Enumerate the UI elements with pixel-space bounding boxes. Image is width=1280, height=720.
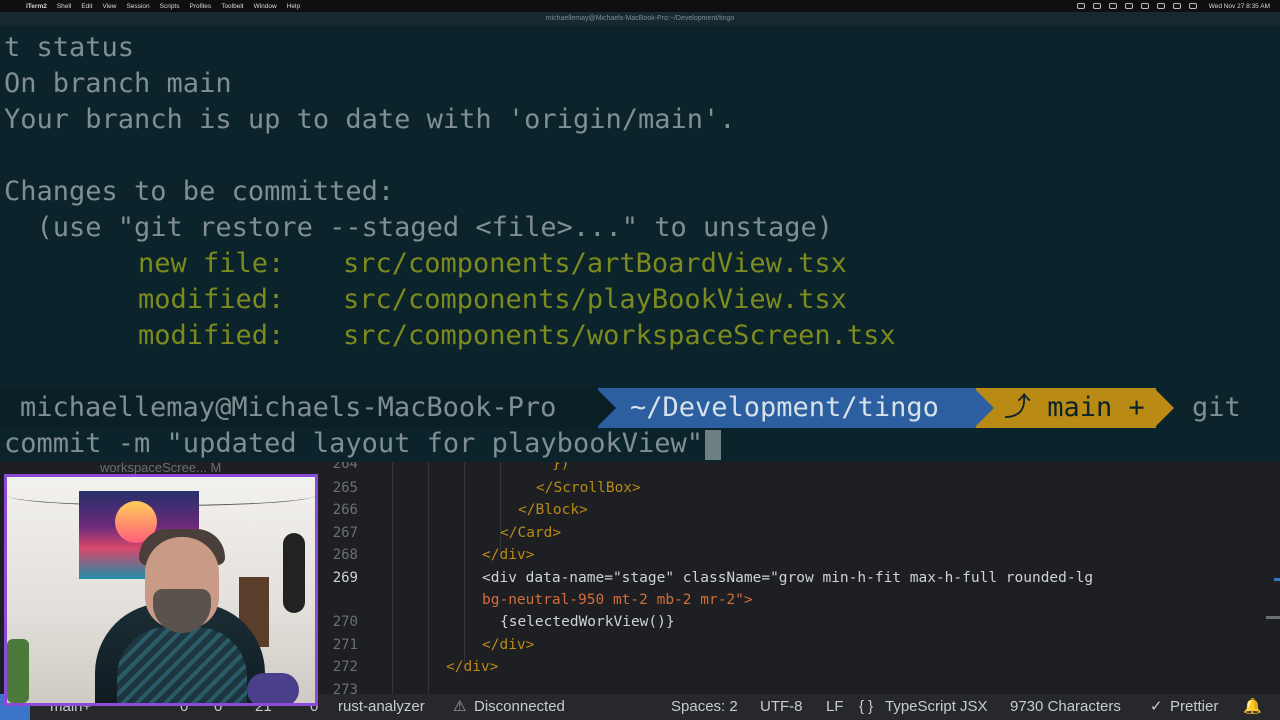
code-line-active: <div data-name="stage" className="grow m… [482, 570, 1094, 586]
menu-toolbelt[interactable]: Toolbelt [221, 3, 243, 10]
indentation[interactable]: Spaces: 2 [671, 694, 738, 720]
menu-view[interactable]: View [103, 3, 117, 10]
line-number: 264 [332, 462, 358, 472]
code-line: {selectedWorkView()} [500, 614, 675, 630]
menu-shell[interactable]: Shell [57, 3, 71, 10]
webcam-overlay [4, 474, 318, 706]
command-text: commit -m "updated layout for playbookVi… [4, 428, 703, 459]
menu-scripts[interactable]: Scripts [160, 3, 180, 10]
display-icon[interactable] [1076, 3, 1085, 9]
change-status: modified: [138, 320, 285, 351]
prompt-separator [596, 388, 616, 428]
terminal[interactable]: t status On branch main Your branch is u… [0, 26, 1280, 462]
code-line: }) [552, 462, 570, 472]
search-icon[interactable] [1172, 3, 1181, 9]
encoding[interactable]: UTF-8 [760, 694, 803, 720]
sock-puppet [247, 673, 299, 703]
prettier-status[interactable]: Prettier [1170, 694, 1218, 720]
line-number: 271 [332, 637, 358, 653]
change-path: src/components/workspaceScreen.tsx [343, 320, 896, 351]
menu-session[interactable]: Session [127, 3, 150, 10]
change-status: new file: [138, 248, 285, 279]
bell-icon[interactable]: 🔔 [1243, 694, 1262, 720]
line-number-active: 269 [332, 570, 358, 586]
scrollbar-marker[interactable] [1266, 616, 1280, 619]
code-line: </div> [482, 547, 535, 563]
control-center-icon[interactable] [1188, 3, 1197, 9]
window-title: michaellemay@Michaels-MacBook-Pro:~/Deve… [0, 12, 1280, 26]
status-icons: Wed Nov 27 8:35 AM [1076, 0, 1270, 12]
change-status: modified: [138, 284, 285, 315]
line-number: 272 [332, 659, 358, 675]
line-number: 268 [332, 547, 358, 563]
microphone [283, 533, 305, 613]
git-branch-icon: ⤴ [1004, 392, 1031, 423]
prompt-separator [1154, 388, 1174, 428]
character-count[interactable]: 9730 Characters [1010, 694, 1121, 720]
line-number: 266 [332, 502, 358, 518]
menu-window[interactable]: Window [254, 3, 277, 10]
connection-status[interactable]: Disconnected [474, 694, 565, 720]
terminal-line: On branch main [4, 68, 232, 99]
rust-analyzer-status[interactable]: rust-analyzer [338, 694, 425, 720]
battery-icon[interactable] [1124, 3, 1133, 9]
text-cursor [704, 429, 721, 460]
line-number: 270 [332, 614, 358, 630]
command-start: git [1192, 392, 1241, 423]
record-icon[interactable] [1092, 3, 1101, 9]
prompt: michaellemay@Michaels-MacBook-Pro ~/Deve… [0, 388, 1280, 428]
git-branch-label: main + [1047, 392, 1145, 423]
bluetooth-icon[interactable] [1140, 3, 1149, 9]
prompt-separator [974, 388, 994, 428]
menu-edit[interactable]: Edit [81, 3, 92, 10]
menu-clock[interactable]: Wed Nov 27 8:35 AM [1209, 3, 1270, 10]
menu-help[interactable]: Help [287, 3, 300, 10]
code-line: </Block> [518, 502, 588, 518]
end-of-line[interactable]: LF [826, 694, 844, 720]
menu-profiles[interactable]: Profiles [190, 3, 212, 10]
line-number: 267 [332, 525, 358, 541]
prompt-directory: ~/Development/tingo [598, 388, 976, 428]
code-line: </div> [482, 637, 535, 653]
warning-icon: ⚠ [453, 698, 467, 715]
code-line: </ScrollBox> [536, 480, 641, 496]
terminal-line: Changes to be committed: [4, 176, 395, 207]
terminal-line: t status [4, 32, 135, 63]
prompt-git-branch: ⤴ main + [976, 388, 1156, 428]
prompt-user: michaellemay@Michaels-MacBook-Pro [0, 388, 598, 428]
change-path: src/components/playBookView.tsx [343, 284, 847, 315]
code-line: </div> [446, 659, 499, 675]
terminal-line: (use "git restore --staged <file>..." to… [4, 212, 834, 243]
cloud-icon[interactable] [1108, 3, 1117, 9]
code-line-wrapped: bg-neutral-950 mt-2 mb-2 mr-2"> [482, 592, 753, 608]
scrollbar-marker[interactable] [1274, 578, 1280, 581]
language-mode[interactable]: TypeScript JSX [885, 694, 988, 720]
menu-app[interactable]: iTerm2 [26, 3, 47, 10]
menu-bar: iTerm2 Shell Edit View Session Scripts P… [0, 0, 1280, 12]
command-input[interactable]: commit -m "updated layout for playbookVi… [4, 426, 721, 462]
plant [7, 639, 29, 703]
terminal-line: Your branch is up to date with 'origin/m… [4, 104, 736, 135]
hoodie-pattern [117, 627, 247, 703]
check-icon: ✓ [1150, 698, 1163, 715]
code-line: </Card> [500, 525, 562, 541]
line-number: 265 [332, 480, 358, 496]
line-number: 273 [332, 682, 358, 694]
braces-icon: { } [859, 698, 874, 715]
change-path: src/components/artBoardView.tsx [343, 248, 847, 279]
wifi-icon[interactable] [1156, 3, 1165, 9]
